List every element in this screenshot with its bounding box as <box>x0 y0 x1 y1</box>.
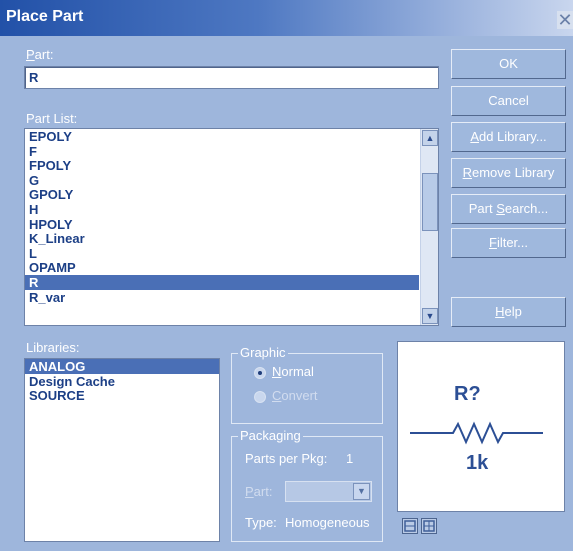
down-arrow-icon[interactable]: ▼ <box>422 308 438 324</box>
library-list-item[interactable]: ANALOG <box>25 359 219 374</box>
libraries-list[interactable]: ANALOG Design Cache SOURCE <box>24 358 220 542</box>
preview-ref: R? <box>454 383 481 405</box>
normal-radio-label: Normal <box>272 364 314 379</box>
parts-per-pkg-label: Parts per Pkg: <box>245 451 328 466</box>
close-button[interactable]: ✕ <box>557 11 573 29</box>
part-list-item[interactable]: HPOLY <box>25 217 419 232</box>
scrollbar-thumb[interactable] <box>422 173 438 231</box>
title-bar[interactable]: Place Part ✕ <box>0 0 573 36</box>
up-arrow-icon[interactable]: ▲ <box>422 130 438 146</box>
type-label: Type: <box>245 515 277 530</box>
graphic-group-title: Graphic <box>238 345 288 360</box>
convert-radio[interactable] <box>254 391 266 403</box>
part-search-button[interactable]: Part Search... <box>451 194 566 224</box>
part-label: Part: <box>26 47 54 62</box>
part-list-item[interactable]: FPOLY <box>25 158 419 173</box>
part-list-items: EPOLY F FPOLY G GPOLY H HPOLY K_Linear L OPAMP R R_… <box>25 129 419 304</box>
part-input-value: R <box>29 70 39 85</box>
pin-view-icon[interactable] <box>402 518 418 534</box>
cancel-button[interactable]: Cancel <box>451 86 566 116</box>
parts-per-pkg-value: 1 <box>346 451 354 466</box>
type-value: Homogeneous <box>285 515 370 530</box>
convert-radio-label: Convert <box>272 388 318 403</box>
pkg-part-select[interactable]: ▼ <box>285 481 372 502</box>
filter-button[interactable]: Filter... <box>451 228 566 258</box>
ok-button[interactable]: OK <box>451 49 566 79</box>
part-list-item[interactable]: G <box>25 173 419 188</box>
libraries-list-items: ANALOG Design Cache SOURCE <box>25 359 219 403</box>
part-list-item[interactable]: OPAMP <box>25 260 419 276</box>
library-list-item[interactable]: SOURCE <box>25 388 219 403</box>
packaging-group: Packaging Parts per Pkg: 1 Part: ▼ Type:… <box>231 428 383 542</box>
dialog-title: Place Part <box>6 8 84 25</box>
part-list-item[interactable]: H <box>25 202 419 217</box>
part-list-item[interactable]: K_Linear <box>25 231 419 246</box>
part-list-scrollbar[interactable]: ▲ ▼ <box>420 129 438 325</box>
graphic-group: Graphic Normal Convert <box>231 345 383 424</box>
libraries-label: Libraries: <box>26 340 80 355</box>
pkg-part-label: Part: <box>245 484 273 499</box>
help-button[interactable]: Help <box>451 297 566 327</box>
part-input[interactable]: R <box>24 66 439 89</box>
library-list-item[interactable]: Design Cache <box>25 374 219 389</box>
part-list-item[interactable]: L <box>25 246 419 261</box>
part-list-item[interactable]: EPOLY <box>25 129 419 144</box>
part-list[interactable]: EPOLY F FPOLY G GPOLY H HPOLY K_Linear L OPAMP R R_… <box>24 128 439 326</box>
part-list-item[interactable]: R <box>25 274 419 290</box>
packaging-group-title: Packaging <box>238 428 303 443</box>
normal-radio[interactable] <box>254 367 266 379</box>
grid-view-icon[interactable] <box>421 518 437 534</box>
resistor-symbol <box>410 421 543 445</box>
part-preview: R? 1k <box>397 341 565 512</box>
remove-library-button[interactable]: Remove Library <box>451 158 566 188</box>
dropdown-arrow-icon[interactable]: ▼ <box>353 483 370 500</box>
part-list-label: Part List: <box>26 111 78 126</box>
part-list-item[interactable]: R_var <box>25 290 419 305</box>
part-list-item[interactable]: F <box>25 144 419 159</box>
part-list-item[interactable]: GPOLY <box>25 187 419 203</box>
place-part-dialog: Place Part ✕ Part: R Part List: EPOLY F FP… <box>0 0 573 551</box>
add-library-button[interactable]: Add Library... <box>451 122 566 152</box>
preview-value: 1k <box>466 452 489 474</box>
